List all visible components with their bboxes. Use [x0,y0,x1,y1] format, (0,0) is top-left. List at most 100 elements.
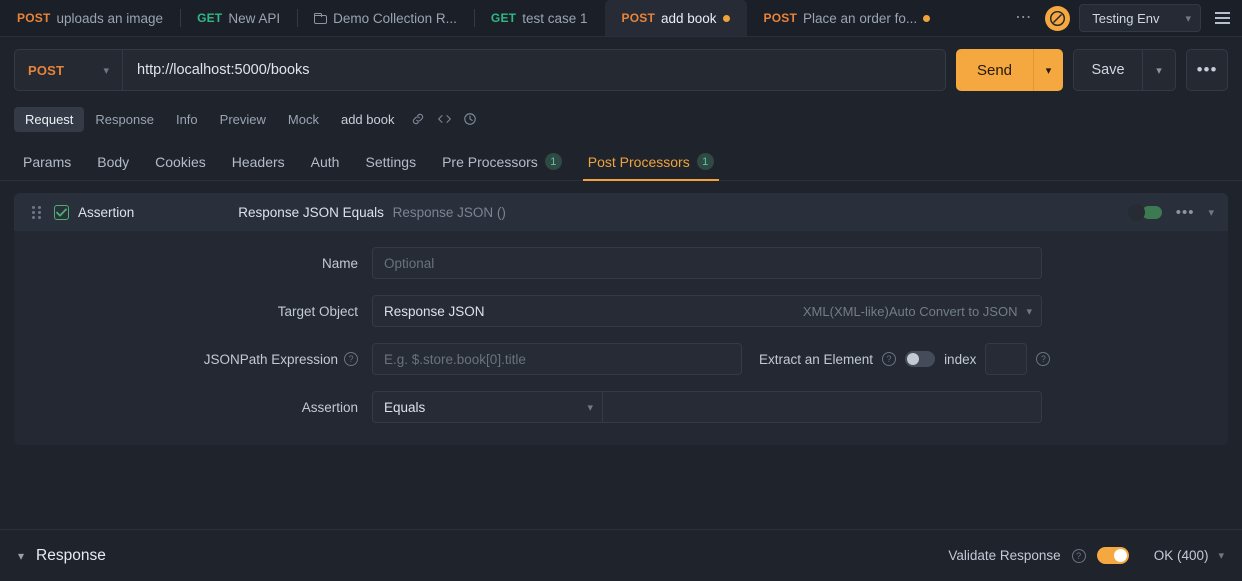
tab-settings[interactable]: Settings [352,154,429,180]
tab-overflow-icon[interactable]: ⋯ [1005,10,1042,26]
tab-label: uploads an image [56,10,164,26]
tab-method: GET [490,11,517,25]
send-options-caret-icon[interactable]: ▾ [1033,49,1063,91]
tab-label: Demo Collection R... [333,10,457,26]
tab-label: Pre Processors [442,153,538,170]
chevron-down-icon: ▾ [103,64,109,77]
target-object-select[interactable]: Response JSON XML(XML-like)Auto Convert … [372,295,1042,327]
name-input[interactable]: Optional [372,247,1042,279]
tab-body[interactable]: Body [84,154,142,180]
tab-label: Cookies [155,154,206,170]
unsaved-dot-icon [923,14,931,22]
assertion-card-body: Name Optional Target Object Response JSO… [14,231,1228,445]
response-status-select[interactable]: OK (400) ▾ [1154,548,1224,563]
hamburger-menu-icon[interactable] [1201,12,1234,24]
request-tab-1[interactable]: GET New API [180,0,297,36]
assertion-summary: Response JSON Equals Response JSON () [238,205,506,220]
tab-method: POST [17,11,51,25]
assertion-enabled-checkbox[interactable] [54,204,69,220]
tabstrip-right-controls: ⋯ Testing Env ▾ [1005,0,1242,36]
tab-label: Headers [231,154,285,170]
history-icon[interactable] [457,112,483,126]
subtab-mock[interactable]: Mock [277,107,330,132]
subtab-preview[interactable]: Preview [209,107,277,132]
drag-handle-icon[interactable] [32,205,42,219]
tab-label: New API [228,10,281,26]
save-options-caret-icon[interactable]: ▾ [1142,50,1175,90]
assertion-summary-detail: Response JSON () [392,204,506,220]
tab-post-processors[interactable]: Post Processors 1 [575,153,727,181]
open-request-tabs: POST uploads an image GET New API Demo C… [0,0,1242,37]
field-row-assertion: Assertion Equals ▾ [14,391,1228,423]
code-icon[interactable] [431,112,457,126]
request-tab-2[interactable]: Demo Collection R... [297,0,474,36]
response-bar-right: Validate Response ? OK (400) ▾ [948,547,1224,564]
jsonpath-label: JSONPath Expression ? [14,352,372,367]
tab-label: Params [23,154,72,170]
chevron-down-icon: ▾ [1185,12,1191,25]
assertion-active-toggle[interactable] [1127,203,1162,221]
tab-method: GET [197,11,223,25]
tab-label: Auth [310,154,340,170]
tab-headers[interactable]: Headers [219,154,298,180]
validate-response-toggle[interactable] [1096,547,1129,564]
index-label: index [944,351,977,367]
unsaved-dot-icon [722,14,730,22]
subtab-info[interactable]: Info [165,107,209,132]
index-input[interactable] [985,343,1028,375]
help-icon[interactable]: ? [1036,352,1051,366]
tab-method: POST [621,11,655,25]
folder-icon [314,12,328,24]
environment-selector[interactable]: Testing Env ▾ [1079,4,1201,32]
tab-method: POST [763,11,798,25]
slash-circle-icon[interactable] [1045,5,1071,31]
http-method-select[interactable]: POST ▾ [15,50,123,90]
response-status-label: OK (400) [1153,548,1209,563]
assertion-collapse-chevron-icon[interactable]: ▾ [1208,206,1214,219]
subtab-response[interactable]: Response [84,107,165,132]
subtab-request[interactable]: Request [14,106,85,132]
help-icon[interactable]: ? [344,352,358,366]
request-name-label: add book [340,111,395,127]
help-icon[interactable]: ? [1071,548,1086,563]
send-button[interactable]: Send [956,49,1033,91]
assertion-card: Assertion Response JSON Equals Response … [14,193,1228,445]
tab-pre-processors[interactable]: Pre Processors 1 [429,153,575,180]
link-icon[interactable] [405,112,431,126]
field-row-name: Name Optional [14,247,1228,279]
jsonpath-label-text: JSONPath Expression [203,351,338,367]
request-tab-5[interactable]: POST Place an order fo... [747,0,948,36]
request-tab-0[interactable]: POST uploads an image [0,0,180,36]
assertion-operator-select[interactable]: Equals ▾ [372,391,602,423]
validate-response-label: Validate Response [948,548,1061,563]
toggle-knob [1113,549,1127,562]
save-button[interactable]: Save [1074,50,1142,90]
save-button-group: Save ▾ [1073,49,1176,91]
response-expand-chevron-icon[interactable]: ▾ [18,549,24,563]
target-object-label: Target Object [277,303,358,319]
tab-cookies[interactable]: Cookies [142,154,219,180]
assertion-operator-value: Equals [384,399,426,415]
tab-label: Place an order fo... [803,10,918,26]
assertion-card-actions: ••• ▾ [1127,203,1214,221]
tab-auth[interactable]: Auth [298,154,353,180]
assertion-expected-value-input[interactable] [602,391,1042,423]
request-more-options-button[interactable]: ••• [1186,49,1228,91]
name-label: Name [321,255,358,271]
request-section-tabs: Params Body Cookies Headers Auth Setting… [0,143,1242,181]
request-tab-4-active[interactable]: POST add book [604,0,747,36]
assertion-more-options-icon[interactable]: ••• [1176,204,1195,221]
tab-params[interactable]: Params [10,154,84,180]
target-object-hint: XML(XML-like)Auto Convert to JSON [802,303,1018,319]
url-input[interactable]: http://localhost:5000/books [123,62,945,78]
jsonpath-input[interactable]: E.g. $.store.book[0].title [372,343,742,375]
help-icon[interactable]: ? [882,352,897,366]
toggle-knob [907,353,920,365]
field-row-target-object: Target Object Response JSON XML(XML-like… [14,295,1228,327]
assertion-operator-label: Assertion [301,399,358,415]
toggle-knob [1127,203,1145,221]
extract-element-toggle[interactable] [905,351,936,367]
assertion-summary-text: Response JSON Equals [238,204,384,220]
target-object-value: Response JSON [384,303,485,319]
request-tab-3[interactable]: GET test case 1 [473,0,605,36]
